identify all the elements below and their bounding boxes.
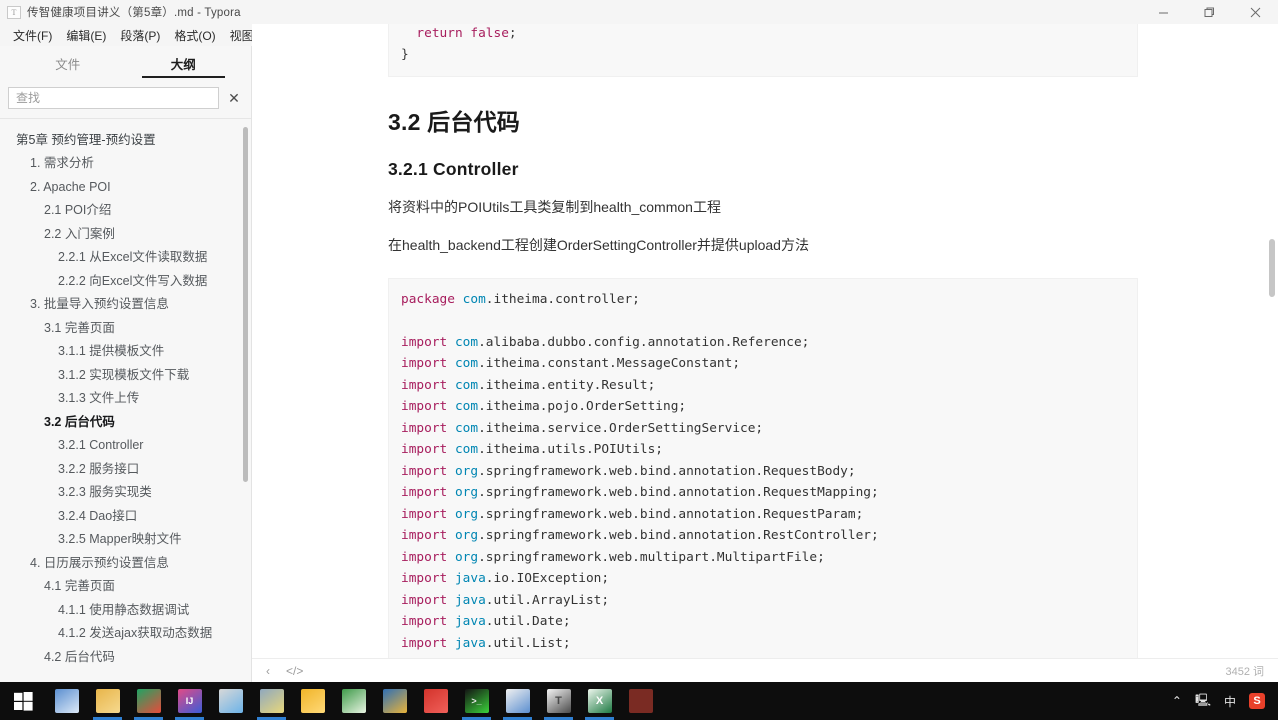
typora-icon[interactable]: T bbox=[538, 682, 579, 720]
outline-item[interactable]: 4. 日历展示预约设置信息 bbox=[0, 551, 251, 575]
menu-edit[interactable]: 编辑(E) bbox=[59, 25, 113, 46]
outline-item[interactable]: 4.1.1 使用静态数据调试 bbox=[0, 598, 251, 622]
outline-item[interactable]: 2.2.2 向Excel文件写入数据 bbox=[0, 269, 251, 293]
this-pc-icon[interactable] bbox=[46, 682, 87, 720]
outline-item[interactable]: 2. Apache POI bbox=[0, 175, 251, 199]
editor-scroll-region[interactable]: this.$message.error('上传文件只能是xls或者xls格式!'… bbox=[252, 24, 1278, 658]
terminal-icon[interactable]: >_ bbox=[456, 682, 497, 720]
network-icon[interactable]: 🖳 bbox=[1195, 691, 1211, 712]
outline-item[interactable]: 3.1.2 实现模板文件下载 bbox=[0, 363, 251, 387]
status-bar: ‹ </> 3452 词 bbox=[252, 658, 1278, 682]
source-code-icon[interactable]: </> bbox=[286, 665, 303, 677]
status-bar-left: ‹ </> bbox=[266, 665, 303, 677]
outline-item[interactable]: 3.1.3 文件上传 bbox=[0, 387, 251, 411]
sidebar-scrollbar-thumb[interactable] bbox=[243, 127, 248, 482]
outline-item[interactable]: 第5章 预约管理-预约设置 bbox=[0, 128, 251, 152]
app-window-icon[interactable] bbox=[251, 682, 292, 720]
sogou-input-icon[interactable]: S bbox=[1249, 693, 1265, 709]
ime-chinese-icon[interactable]: 中 bbox=[1224, 693, 1236, 710]
show-hidden-icons[interactable]: ⌃ bbox=[1172, 694, 1182, 708]
editor-scrollbar[interactable] bbox=[1266, 24, 1278, 658]
back-chevron-icon[interactable]: ‹ bbox=[266, 665, 270, 677]
typora-window: T 传智健康项目讲义（第5章）.md - Typora 文件(F) 编辑(E) … bbox=[0, 0, 1278, 720]
outline-item[interactable]: 2.1 POI介绍 bbox=[0, 199, 251, 223]
outline-item[interactable]: 3.2.4 Dao接口 bbox=[0, 504, 251, 528]
outline-item[interactable]: 3.1.1 提供模板文件 bbox=[0, 340, 251, 364]
outline-item[interactable]: 3.1 完善页面 bbox=[0, 316, 251, 340]
heading-3-2-1: 3.2.1 Controller bbox=[388, 158, 519, 179]
title-bar: T 传智健康项目讲义（第5章）.md - Typora bbox=[0, 0, 1278, 24]
outline-panel: 第5章 预约管理-预约设置 1. 需求分析 2. Apache POI 2.1 POI… bbox=[0, 119, 251, 682]
menu-file[interactable]: 文件(F) bbox=[6, 25, 59, 46]
menu-paragraph[interactable]: 段落(P) bbox=[113, 25, 167, 46]
outline-item[interactable]: 4.2 后台代码 bbox=[0, 645, 251, 669]
outline-item[interactable]: 3.2.1 Controller bbox=[0, 434, 251, 458]
outline-item[interactable]: 3. 批量导入预约设置信息 bbox=[0, 293, 251, 317]
paint-icon[interactable] bbox=[210, 682, 251, 720]
chrome-icon[interactable] bbox=[128, 682, 169, 720]
heading-3-2: 3.2 后台代码 bbox=[388, 108, 520, 135]
system-tray: ⌃ 🖳 中 S bbox=[1172, 691, 1278, 712]
chart-icon[interactable] bbox=[374, 682, 415, 720]
editor-area: this.$message.error('上传文件只能是xls或者xls格式!'… bbox=[252, 24, 1278, 682]
outline-item[interactable]: 3.2.2 服务接口 bbox=[0, 457, 251, 481]
outline-list: 第5章 预约管理-预约设置 1. 需求分析 2. Apache POI 2.1 POI… bbox=[0, 128, 251, 669]
intellij-idea-icon[interactable]: IJ bbox=[169, 682, 210, 720]
tab-files[interactable]: 文件 bbox=[10, 54, 126, 78]
windows-start-icon[interactable] bbox=[0, 682, 46, 720]
editor-scrollbar-thumb[interactable] bbox=[1269, 239, 1275, 297]
window-title: 传智健康项目讲义（第5章）.md - Typora bbox=[27, 7, 241, 19]
app-red-icon[interactable] bbox=[620, 682, 661, 720]
notepad-icon[interactable] bbox=[333, 682, 374, 720]
maximize-restore-button[interactable] bbox=[1186, 0, 1232, 24]
typora-app-icon: T bbox=[7, 5, 21, 19]
outline-item[interactable]: 3.2 后台代码 bbox=[0, 410, 251, 434]
taskbar-items: IJ >_ T X bbox=[46, 682, 661, 720]
excel-icon[interactable]: X bbox=[579, 682, 620, 720]
database-icon[interactable] bbox=[415, 682, 456, 720]
code-block-upper[interactable]: this.$message.error('上传文件只能是xls或者xls格式!'… bbox=[388, 24, 1138, 77]
outline-item[interactable]: 4.1.2 发送ajax获取动态数据 bbox=[0, 622, 251, 646]
outline-item[interactable]: 1. 需求分析 bbox=[0, 152, 251, 176]
outline-item[interactable]: 3.2.3 服务实现类 bbox=[0, 481, 251, 505]
search-input[interactable] bbox=[8, 87, 219, 109]
outline-item[interactable]: 3.2.5 Mapper映射文件 bbox=[0, 528, 251, 552]
sidebar-search-row: ✕ bbox=[0, 78, 251, 118]
sidebar-tabs: 文件 大纲 bbox=[0, 46, 251, 78]
search-clear-icon[interactable]: ✕ bbox=[225, 89, 243, 107]
window-controls bbox=[1140, 0, 1278, 24]
code-block-java[interactable]: package com.itheima.controller; import c… bbox=[388, 277, 1138, 658]
outline-item[interactable]: 2.2.1 从Excel文件读取数据 bbox=[0, 246, 251, 270]
sidebar-scrollbar[interactable] bbox=[242, 119, 249, 682]
menu-format[interactable]: 格式(O) bbox=[167, 25, 222, 46]
minimize-button[interactable] bbox=[1140, 0, 1186, 24]
document-body[interactable]: this.$message.error('上传文件只能是xls或者xls格式!'… bbox=[388, 24, 1138, 658]
outline-item[interactable]: 4.1 完善页面 bbox=[0, 575, 251, 599]
windows-taskbar: IJ >_ T X ⌃ 🖳 中 S bbox=[0, 682, 1278, 720]
close-button[interactable] bbox=[1232, 0, 1278, 24]
file-explorer-icon[interactable] bbox=[87, 682, 128, 720]
paragraph-controller: 在health_backend工程创建OrderSettingControlle… bbox=[388, 237, 809, 254]
paragraph-poiutils: 将资料中的POIUtils工具类复制到health_common工程 bbox=[388, 198, 721, 215]
tab-outline[interactable]: 大纲 bbox=[126, 54, 242, 78]
outline-item[interactable]: 2.2 入门案例 bbox=[0, 222, 251, 246]
folder-yellow-icon[interactable] bbox=[292, 682, 333, 720]
document-icon[interactable] bbox=[497, 682, 538, 720]
word-count-label: 3452 词 bbox=[1225, 665, 1264, 678]
sidebar: 文件 大纲 ✕ 第5章 预约管理-预约设置1. 需求分析2. Apache PO… bbox=[0, 46, 252, 682]
